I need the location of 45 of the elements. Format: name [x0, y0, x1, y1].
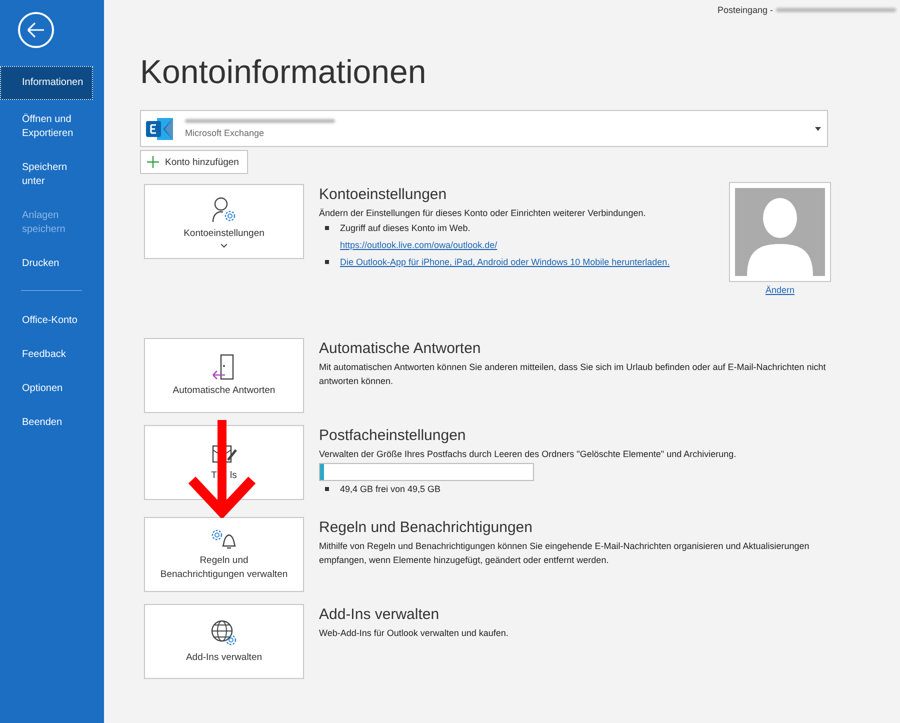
section-description: Ändern der Einstellungen für dieses Konto oder Einrichten weiterer Verbindungen. [319, 207, 647, 220]
section-title: Postfacheinstellungen [319, 427, 467, 444]
plus-icon [147, 156, 159, 168]
gear-bell-icon [209, 527, 239, 551]
link[interactable]: Die Outlook-App für iPhone, iPad, Android oder Windows 10 Mobile herunterladen. [340, 254, 670, 271]
sidebar-item[interactable]: Feedback [0, 339, 93, 371]
sidebar-item[interactable]: Optionen [0, 373, 93, 405]
back-button[interactable] [18, 12, 54, 48]
window-title: Posteingang - [717, 5, 773, 15]
tile-button[interactable]: Automatische Antworten [144, 338, 304, 413]
storage-reading: 49,4 GB frei von 49,5 GB [340, 483, 441, 496]
change-photo-link[interactable]: Ändern [765, 285, 795, 295]
tile-button[interactable]: Regeln und Benachrichtigungen verwalten [144, 517, 304, 592]
tile-button[interactable]: Add-Ins verwalten [144, 604, 304, 679]
bullet-icon [325, 226, 329, 230]
section-title: Kontoeinstellungen [319, 186, 448, 203]
bullet-text: Zugriff auf dieses Konto im Web. [340, 222, 472, 235]
sidebar-item[interactable]: Drucken [0, 248, 93, 280]
add-account-button[interactable]: Konto hinzufügen [140, 150, 248, 174]
tile-button[interactable]: Kontoeinstellungen [144, 184, 304, 259]
section-title: Regeln und Benachrichtigungen [319, 519, 534, 536]
page-title: Kontoinformationen [140, 52, 428, 92]
link[interactable]: https://outlook.live.com/owa/outlook.de/ [340, 237, 498, 254]
person-silhouette-icon [735, 188, 825, 276]
globe-gear-icon [209, 618, 239, 648]
bullet-icon [325, 487, 329, 491]
section-description: Mithilfe von Regeln und Benachrichtigungen können Sie eingehende E-Mail-Nachrichten organisieren und Aktualisierungen empfangen, wenn Elemente hinzugefügt, geändert oder entfernt werden. [319, 540, 810, 567]
section-description: Web-Add-Ins für Outlook verwalten und kaufen. [319, 627, 510, 640]
section-title: Automatische Antworten [319, 340, 482, 357]
section-description: Verwalten der Größe Ihres Postfachs durch Leeren des Ordners "Gelöschte Elemente" und Archivierung. [319, 448, 738, 461]
sidebar-item[interactable]: Office-Konto [0, 305, 93, 337]
tile-button[interactable]: T ls [144, 425, 304, 500]
sidebar-item[interactable]: Beenden [0, 407, 93, 439]
account-type: Microsoft Exchange [185, 128, 266, 138]
dropdown-caret-icon [815, 126, 821, 130]
section-description: Mit automatischen Antworten können Sie anderen mitteilen, dass Sie sich im Urlaub befinden oder auf E-Mail-Nachrichten nicht antworten können. [319, 361, 827, 388]
sidebar-item[interactable]: Speichern unter [0, 152, 93, 198]
exchange-logo-icon [145, 116, 175, 142]
sidebar-item[interactable]: Öffnen und Exportieren [0, 104, 93, 150]
sidebar-item[interactable]: Informationen [0, 66, 93, 100]
account-selector[interactable]: Microsoft Exchange [140, 110, 828, 147]
user-gear-icon [210, 196, 238, 224]
bullet-icon [325, 260, 329, 264]
section-title: Add-Ins verwalten [319, 606, 440, 623]
chevron-icon [221, 244, 227, 248]
